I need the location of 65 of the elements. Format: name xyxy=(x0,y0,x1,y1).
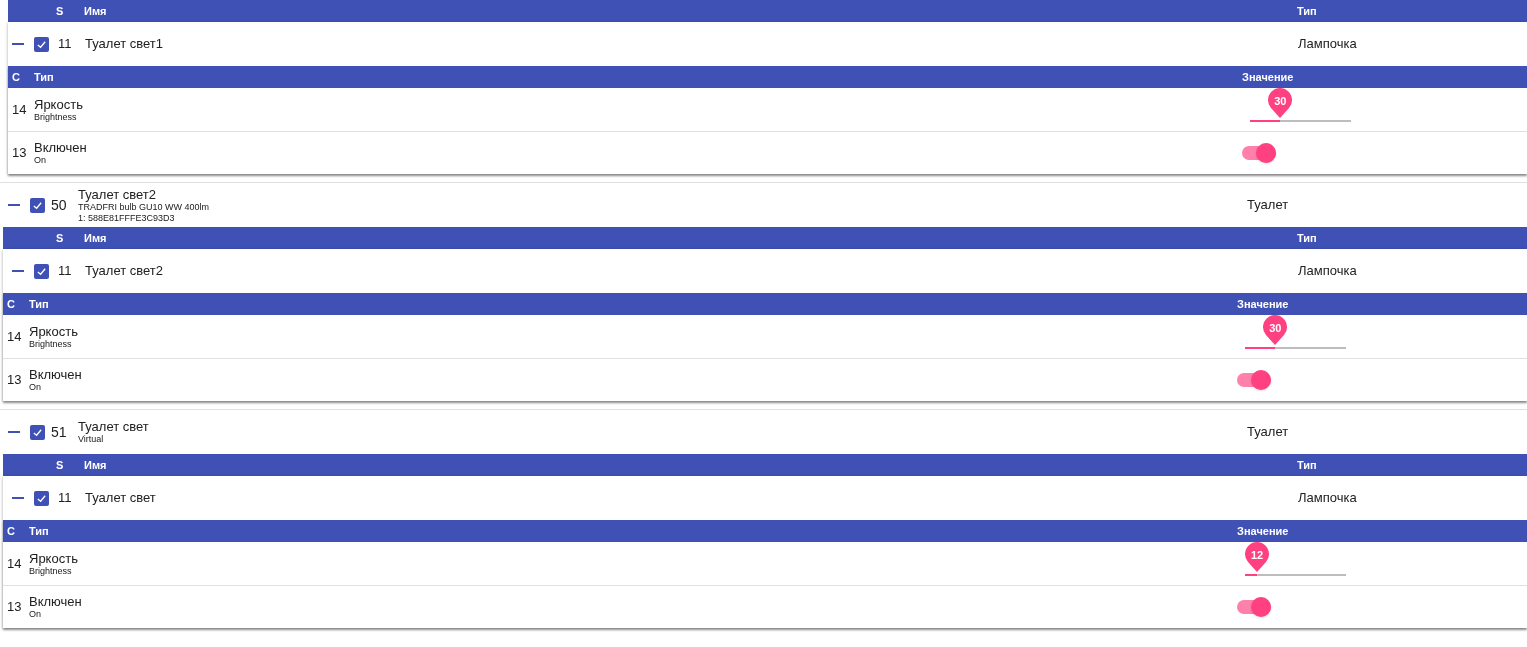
toggle-switch[interactable] xyxy=(1242,143,1276,163)
param-id: 14 xyxy=(12,100,28,119)
column-header[interactable]: Тип xyxy=(1297,456,1317,474)
column-header[interactable]: Тип xyxy=(29,295,1237,313)
param-name: Включен xyxy=(34,140,88,155)
device-name: Туалет свет2 xyxy=(78,186,157,202)
param-id: 14 xyxy=(7,554,23,573)
param-id: 13 xyxy=(7,371,23,390)
param-subtitle: On xyxy=(29,609,42,620)
param-name: Включен xyxy=(29,367,83,382)
device-id: 50 xyxy=(51,195,68,215)
column-header[interactable]: Имя xyxy=(84,456,1297,474)
param-subtitle: On xyxy=(34,155,47,166)
child-row[interactable]: 11 Туалет свет Лампочка xyxy=(3,476,1527,520)
child-id: 11 xyxy=(58,35,73,54)
child-row[interactable]: 11 Туалет свет2 Лампочка xyxy=(3,249,1527,293)
child-id: 11 xyxy=(58,489,73,508)
toggle-switch[interactable] xyxy=(1237,370,1271,390)
column-header[interactable]: С xyxy=(7,295,29,313)
column-header[interactable]: С xyxy=(7,522,29,540)
param-id: 13 xyxy=(12,144,28,163)
param-name: Включен xyxy=(29,594,83,609)
column-header[interactable]: Тип xyxy=(29,522,1237,540)
column-header[interactable]: Значение xyxy=(1237,522,1289,540)
checkbox[interactable] xyxy=(34,490,49,506)
checkbox[interactable] xyxy=(34,263,49,279)
checkbox[interactable] xyxy=(30,197,45,213)
column-header[interactable]: Имя xyxy=(84,229,1297,247)
param-name: Яркость xyxy=(29,323,79,339)
child-id: 11 xyxy=(58,262,73,281)
column-header[interactable]: Значение xyxy=(1237,295,1289,313)
checkbox[interactable] xyxy=(30,424,45,440)
column-header[interactable]: S xyxy=(56,2,84,20)
column-header[interactable]: С xyxy=(12,68,34,86)
device-id: 51 xyxy=(51,422,68,442)
param-name: Яркость xyxy=(29,550,79,566)
child-name: Туалет свет2 xyxy=(85,262,164,281)
checkbox[interactable] xyxy=(34,36,49,52)
param-subtitle: Brightness xyxy=(34,111,77,123)
column-header[interactable]: S xyxy=(56,229,84,247)
device-subtitle: Virtual xyxy=(78,434,105,445)
column-header[interactable]: Тип xyxy=(34,68,1242,86)
param-id: 14 xyxy=(7,327,23,346)
param-subtitle: On xyxy=(29,382,42,393)
child-row[interactable]: 11 Туалет свет1 Лампочка xyxy=(8,22,1527,66)
param-id: 13 xyxy=(7,598,23,617)
column-header[interactable]: Имя xyxy=(84,2,1297,20)
child-type: Лампочка xyxy=(1298,35,1357,54)
param-subtitle: Brightness xyxy=(29,338,72,350)
device-room: Туалет xyxy=(1247,423,1289,442)
device-room: Туалет xyxy=(1247,196,1289,215)
device-name: Туалет свет xyxy=(78,419,150,434)
toggle-switch[interactable] xyxy=(1237,597,1271,617)
column-header[interactable]: Тип xyxy=(1297,2,1317,20)
child-name: Туалет свет xyxy=(85,489,157,508)
column-header[interactable]: S xyxy=(56,456,84,474)
column-header[interactable]: Значение xyxy=(1242,68,1294,86)
child-type: Лампочка xyxy=(1298,489,1357,508)
device-subtitle: TRADFRI bulb GU10 WW 400lm xyxy=(78,201,211,213)
param-name: Яркость xyxy=(34,96,84,112)
param-subtitle: Brightness xyxy=(29,565,72,577)
child-type: Лампочка xyxy=(1298,262,1357,281)
column-header[interactable]: Тип xyxy=(1297,229,1317,247)
device-subtitle: 1: 588E81FFFE3C93D3 xyxy=(78,212,176,224)
child-name: Туалет свет1 xyxy=(85,35,164,54)
